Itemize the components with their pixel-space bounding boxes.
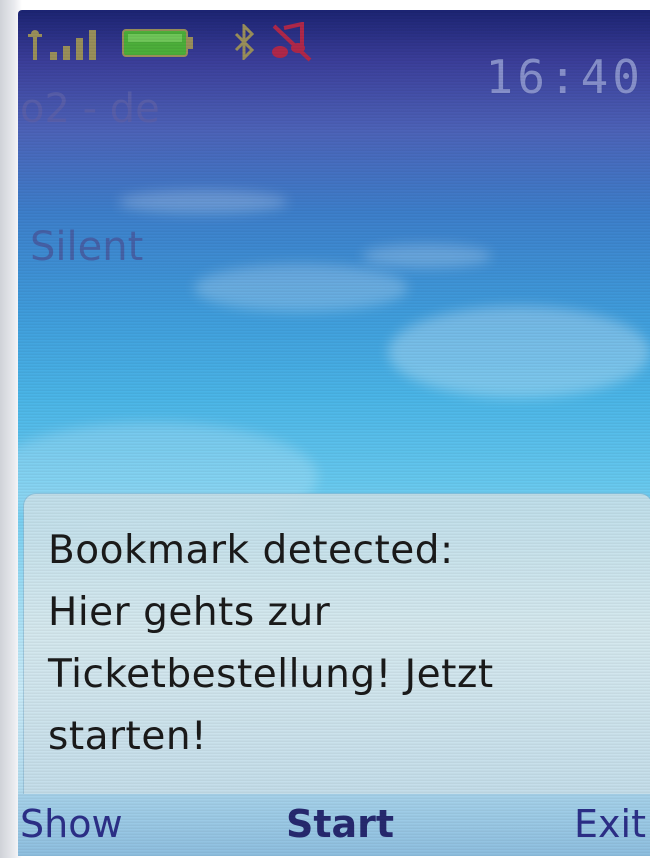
notification-line: Ticketbestellung! Jetzt (48, 652, 494, 697)
background-cloud (118, 190, 288, 214)
bluetooth-icon (234, 24, 255, 60)
battery-icon (122, 29, 193, 57)
notification-message: Bookmark detected: Hier gehts zur Ticket… (48, 520, 638, 768)
silent-profile-icon (272, 22, 312, 62)
signal-strength-icon (28, 30, 96, 60)
softkey-bar: Show Start Exit (18, 794, 650, 856)
notification-line: Bookmark detected: (48, 528, 454, 573)
background-cloud (388, 306, 650, 398)
notification-line: Hier gehts zur (48, 590, 331, 635)
status-bar: 16:40 (18, 10, 650, 104)
background-cloud (194, 264, 408, 312)
clock: 16:40 (485, 50, 644, 104)
phone-screen: 16:40 o2 - de Silent Bookmark detected: … (18, 10, 650, 856)
background-cloud (362, 244, 492, 268)
exit-softkey[interactable]: Exit (574, 802, 646, 846)
show-softkey[interactable]: Show (20, 802, 123, 846)
notification-popup[interactable]: Bookmark detected: Hier gehts zur Ticket… (24, 494, 650, 794)
start-softkey[interactable]: Start (286, 802, 394, 846)
active-profile: Silent (30, 224, 144, 270)
operator-name: o2 - de (20, 86, 160, 132)
notification-line: starten! (48, 714, 208, 759)
